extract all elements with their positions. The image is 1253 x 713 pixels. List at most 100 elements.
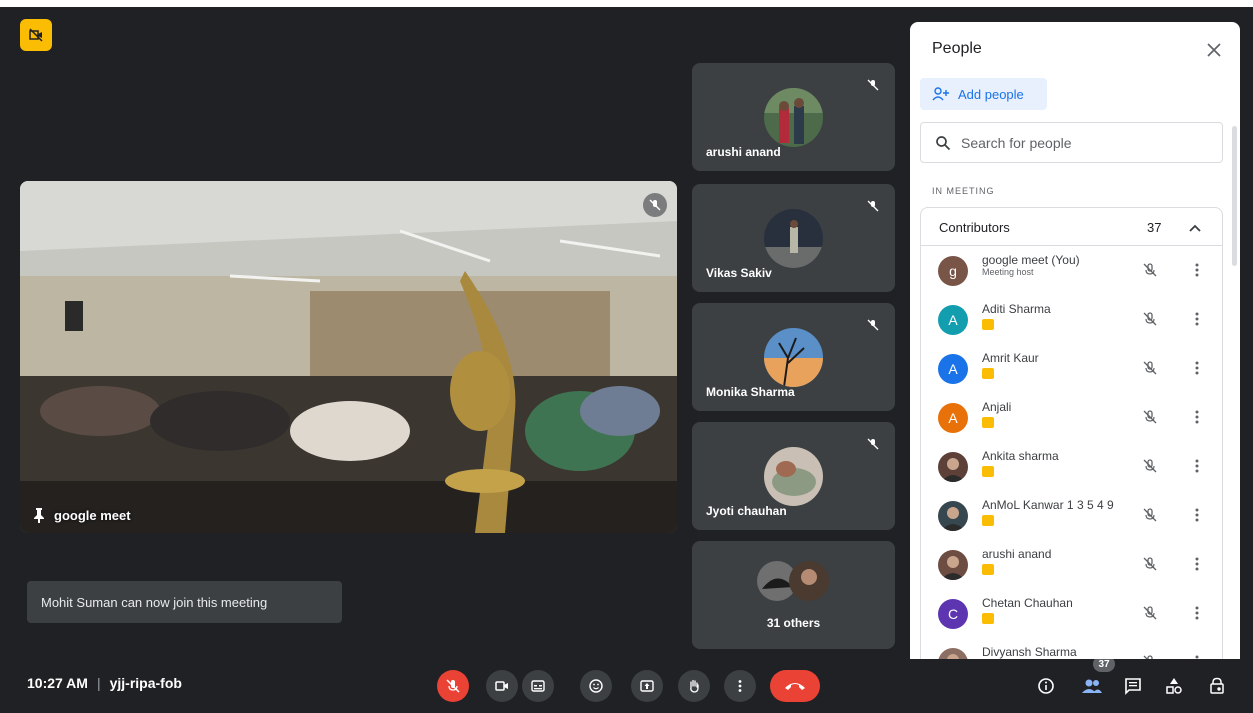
participant-row[interactable]: A Amrit Kaur [921, 345, 1222, 394]
others-label: 31 others [766, 616, 821, 630]
captions-button[interactable] [522, 670, 554, 702]
participant-row[interactable]: A Aditi Sharma [921, 296, 1222, 345]
people-button[interactable] [1080, 674, 1104, 698]
camera-toggle-button[interactable] [486, 670, 518, 702]
panel-title: People [932, 40, 982, 57]
avatar [938, 648, 968, 659]
video-frame [20, 181, 677, 533]
participant-row[interactable]: arushi anand [921, 541, 1222, 590]
camera-icon [495, 681, 508, 691]
people-icon [1082, 679, 1102, 693]
camera-off-badge-icon [982, 417, 994, 428]
participant-name: Jyoti chauhan [706, 504, 787, 518]
add-people-button[interactable]: Add people [920, 78, 1047, 110]
people-panel: People Add people Search for people IN M… [910, 22, 1240, 659]
participant-tile[interactable]: Monika Sharma [692, 303, 895, 411]
leave-call-button[interactable] [770, 670, 820, 702]
participant-row[interactable]: AnMoL Kanwar 1 3 5 4 9 [921, 492, 1222, 541]
more-vert-icon[interactable] [1189, 554, 1205, 574]
more-vert-icon[interactable] [1189, 407, 1205, 427]
add-person-icon [932, 87, 949, 101]
search-placeholder: Search for people [961, 134, 1072, 151]
participant-name: google meet (You) [982, 253, 1080, 267]
others-tile[interactable]: 31 others [692, 541, 895, 649]
search-input[interactable]: Search for people [920, 122, 1223, 163]
group-count: 37 [1147, 220, 1162, 235]
add-people-label: Add people [958, 86, 1024, 102]
mic-off-icon[interactable] [1140, 603, 1160, 623]
main-tile-name: google meet [32, 507, 131, 523]
captions-icon [531, 680, 545, 692]
more-vert-icon[interactable] [1189, 505, 1205, 525]
mic-off-icon[interactable] [1140, 652, 1160, 659]
recording-off-icon[interactable] [20, 19, 52, 51]
participant-row[interactable]: Ankita sharma [921, 443, 1222, 492]
participant-tile[interactable]: arushi anand [692, 63, 895, 171]
section-label: IN MEETING [932, 186, 995, 196]
mic-off-icon[interactable] [1140, 505, 1160, 525]
camera-off-badge-icon [982, 564, 994, 575]
participant-row[interactable]: g google meet (You) Meeting host [921, 247, 1222, 296]
participant-name: Vikas Sakiv [706, 266, 772, 280]
participant-name: Amrit Kaur [982, 351, 1039, 365]
more-vert-icon[interactable] [1189, 358, 1205, 378]
avatar [764, 88, 823, 147]
chevron-up-icon[interactable] [1185, 218, 1205, 238]
mic-off-icon[interactable] [1140, 554, 1160, 574]
chat-button[interactable] [1121, 674, 1145, 698]
emoji-icon [589, 679, 603, 693]
avatar [764, 328, 823, 387]
participant-name: Monika Sharma [706, 385, 795, 399]
participant-tile[interactable]: Jyoti chauhan [692, 422, 895, 530]
close-icon[interactable] [1202, 38, 1226, 62]
mic-off-icon [863, 196, 883, 216]
divider: | [96, 675, 101, 691]
mic-off-icon [863, 315, 883, 335]
participant-role: Meeting host [982, 267, 1034, 277]
more-vert-icon[interactable] [1189, 260, 1205, 280]
mic-off-icon[interactable] [1140, 309, 1160, 329]
participant-row[interactable]: A Anjali [921, 394, 1222, 443]
participant-tile[interactable]: Vikas Sakiv [692, 184, 895, 292]
more-vert-icon[interactable] [1189, 309, 1205, 329]
reactions-button[interactable] [580, 670, 612, 702]
mic-off-icon[interactable] [1140, 456, 1160, 476]
scrollbar[interactable] [1232, 126, 1237, 266]
contributors-header[interactable]: Contributors 37 [921, 208, 1222, 246]
main-video-tile[interactable]: google meet [20, 181, 677, 533]
raise-hand-icon [690, 679, 699, 693]
pin-icon[interactable] [32, 507, 46, 523]
more-options-button[interactable] [724, 670, 756, 702]
more-vert-icon[interactable] [1189, 456, 1205, 476]
avatar: A [938, 354, 968, 384]
camera-off-badge-icon [982, 613, 994, 624]
mic-off-icon[interactable] [1140, 358, 1160, 378]
lock-person-icon [1210, 677, 1224, 694]
participant-name: Aditi Sharma [982, 302, 1051, 316]
present-icon [640, 680, 654, 692]
avatar [764, 209, 823, 268]
activities-button[interactable] [1162, 674, 1186, 698]
camera-off-badge-icon [982, 466, 994, 477]
end-call-icon [785, 683, 805, 690]
avatar: A [938, 403, 968, 433]
raise-hand-button[interactable] [678, 670, 710, 702]
participant-name: AnMoL Kanwar 1 3 5 4 9 [982, 498, 1114, 512]
present-button[interactable] [631, 670, 663, 702]
mic-off-icon [863, 75, 883, 95]
avatar [938, 452, 968, 482]
participant-row[interactable]: Divyansh Sharma [921, 639, 1222, 659]
avatar: g [938, 256, 968, 286]
more-vert-icon[interactable] [1189, 652, 1205, 659]
more-vert-icon[interactable] [1189, 603, 1205, 623]
mic-toggle-button[interactable] [437, 670, 469, 702]
info-icon [1038, 678, 1054, 694]
host-controls-button[interactable] [1205, 674, 1229, 698]
meeting-details-button[interactable] [1034, 674, 1058, 698]
meeting-code: yjj-ripa-fob [109, 675, 182, 691]
participant-row[interactable]: C Chetan Chauhan [921, 590, 1222, 639]
mic-off-icon[interactable] [1140, 407, 1160, 427]
chat-icon [1125, 678, 1141, 695]
mic-off-icon[interactable] [1140, 260, 1160, 280]
group-label: Contributors [939, 220, 1010, 235]
